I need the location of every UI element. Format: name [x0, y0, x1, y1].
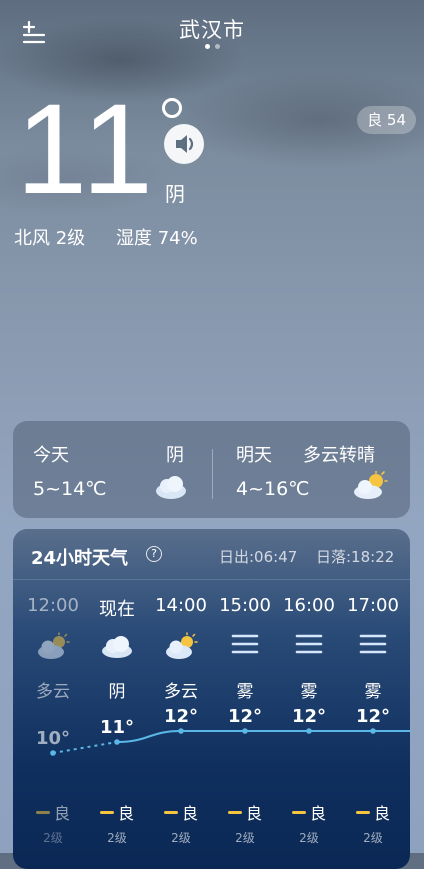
temp-point	[370, 728, 376, 734]
hourly-temp-label: 12°	[356, 706, 390, 727]
hourly-temp-label: 12°	[228, 706, 262, 727]
current-temperature: 11	[16, 78, 157, 221]
temperature-curve: 10° 11° 12° 12° 12° 12°	[36, 706, 410, 756]
aqi-badge[interactable]: 良 54	[357, 106, 416, 134]
forecast-temp-line	[116, 730, 410, 743]
temp-point	[178, 728, 184, 734]
city-name[interactable]: 武汉市	[0, 14, 424, 44]
hourly-temp-label: 11°	[100, 717, 134, 738]
tomorrow-temp-range: 4~16℃	[236, 478, 310, 500]
degree-symbol	[162, 98, 182, 118]
cloud-icon	[153, 473, 189, 505]
today-condition: 阴	[166, 445, 184, 466]
hourly-temp-label: 10°	[36, 728, 70, 749]
speaker-icon[interactable]	[164, 124, 204, 164]
page-indicator	[0, 44, 424, 49]
partly-sunny-icon	[351, 470, 389, 505]
hourly-temp-label: 12°	[164, 706, 198, 727]
temp-point	[50, 750, 56, 756]
page-dot-active	[204, 44, 210, 49]
tomorrow-condition: 多云转晴	[303, 445, 375, 466]
current-condition: 阴	[165, 182, 185, 206]
temp-point	[306, 728, 312, 734]
daily-forecast-card[interactable]: 今天 阴 5~14℃ 明天 多云转晴 4~16℃	[13, 421, 410, 518]
hourly-forecast-card[interactable]: 24小时天气 ? 日出:06:47 日落:18:22 12:00 多云良 2级 现在阴…	[13, 529, 410, 869]
today-temp-range: 5~14℃	[33, 478, 107, 500]
tomorrow-label: 明天	[236, 445, 272, 466]
temp-point	[114, 739, 120, 745]
hourly-temp-label: 12°	[292, 706, 326, 727]
humidity-info: 湿度 74%	[116, 228, 198, 249]
temp-point	[242, 728, 248, 734]
wind-info: 北风 2级	[14, 228, 86, 249]
today-label: 今天	[33, 445, 69, 466]
card-divider	[212, 449, 213, 499]
page-dot	[214, 44, 220, 49]
